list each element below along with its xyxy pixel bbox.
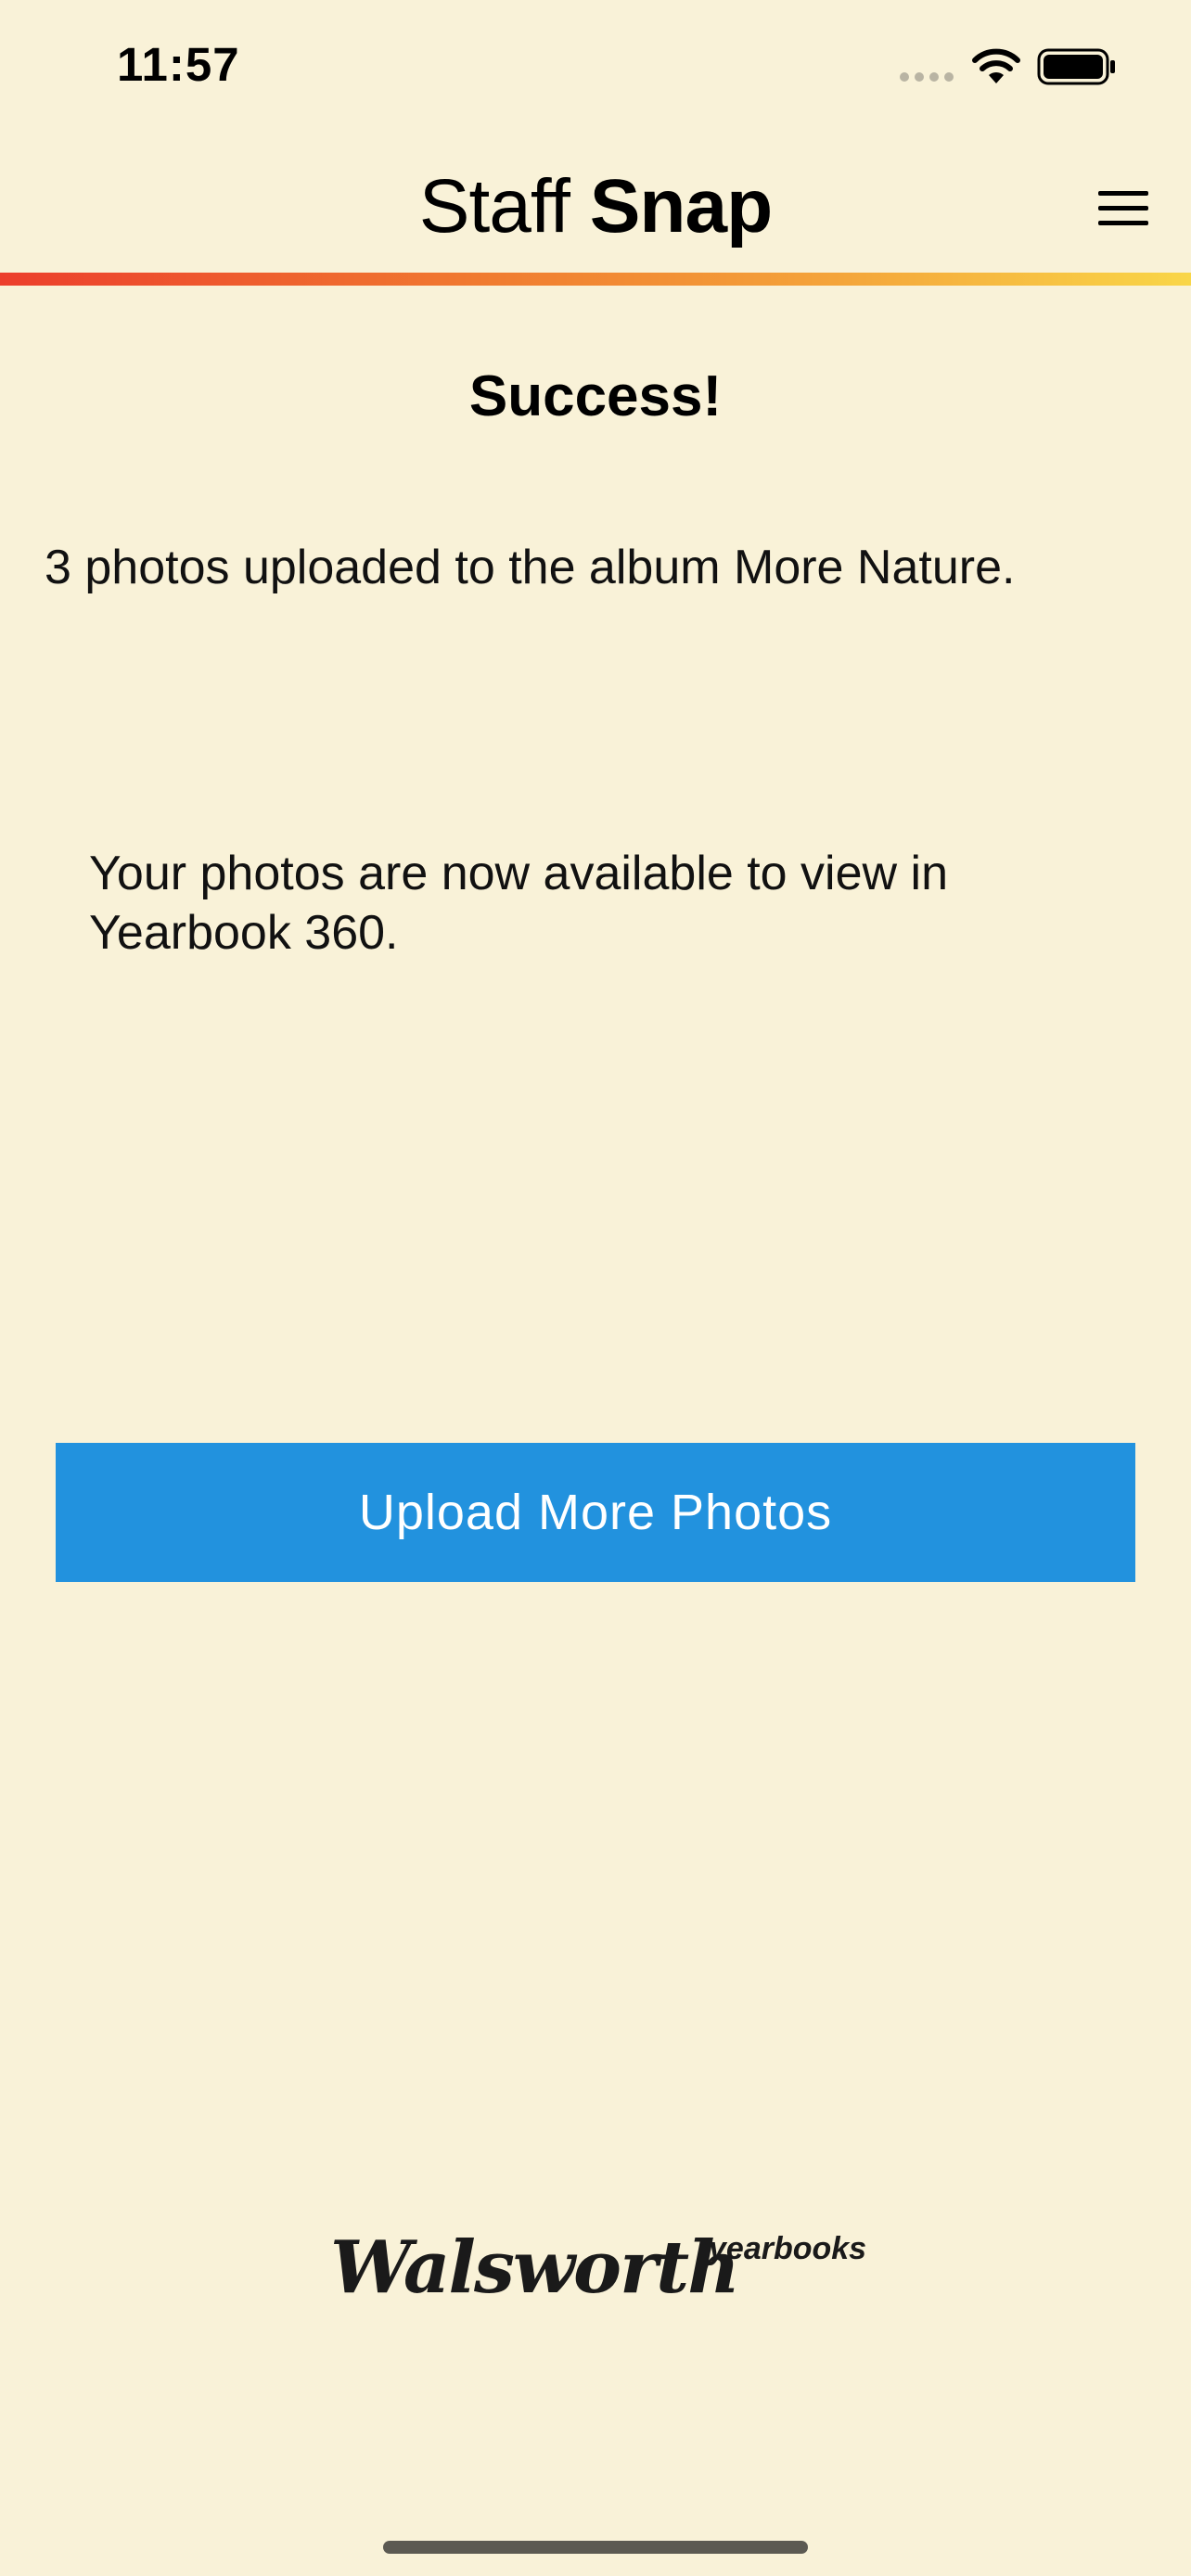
status-bar: 11:57 <box>0 0 1191 139</box>
app-logo: Staff Snap <box>0 165 1191 249</box>
walsworth-yearbooks-logo: Walsworth yearbooks <box>330 2225 887 2337</box>
upload-confirmation-text: 3 photos uploaded to the album More Natu… <box>45 541 1016 594</box>
battery-icon <box>1037 48 1115 85</box>
home-indicator[interactable] <box>383 2541 808 2554</box>
cellular-signal-icon <box>900 72 954 82</box>
hamburger-menu-icon[interactable] <box>1095 185 1154 232</box>
header-gradient-divider <box>0 273 1191 286</box>
wifi-icon <box>972 48 1020 83</box>
upload-more-photos-button[interactable]: Upload More Photos <box>56 1443 1135 1582</box>
status-time: 11:57 <box>117 38 240 91</box>
page-title: Success! <box>468 364 723 428</box>
brand-suffix: yearbooks <box>709 2231 867 2266</box>
logo-text-staff: Staff <box>418 164 590 249</box>
app-header: Staff Snap <box>0 139 1191 273</box>
brand-name: Walsworth <box>330 2225 740 2310</box>
availability-text: Your photos are now available to view in… <box>89 847 948 960</box>
logo-text-snap: Snap <box>589 164 773 249</box>
